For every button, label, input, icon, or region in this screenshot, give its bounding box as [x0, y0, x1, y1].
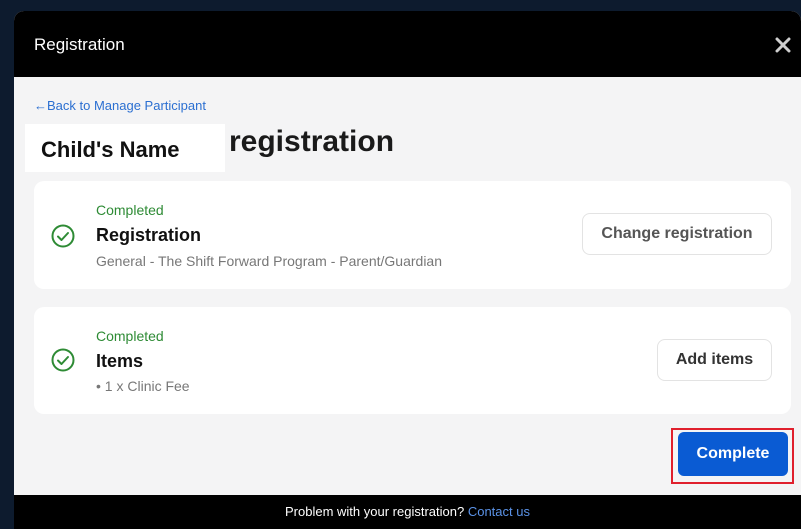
- registration-heading: Registration: [96, 225, 202, 245]
- items-heading: Items: [96, 351, 144, 371]
- check-circle-icon: [51, 224, 75, 248]
- registration-status: Completed: [96, 202, 164, 218]
- back-to-manage-participant-link[interactable]: ←Back to Manage Participant: [34, 98, 206, 113]
- child-name-text: Child's Name: [41, 137, 180, 162]
- contact-us-link[interactable]: Contact us: [468, 504, 530, 519]
- registration-card: Completed Registration General - The Shi…: [34, 181, 791, 289]
- modal-titlebar: Registration: [14, 11, 801, 77]
- items-card: Completed Items • 1 x Clinic Fee Add ite…: [34, 307, 791, 414]
- page-title: registration: [229, 125, 395, 158]
- registration-modal: Registration ←Back to Manage Participant…: [14, 11, 801, 529]
- items-status: Completed: [96, 328, 164, 344]
- close-icon[interactable]: [775, 37, 791, 53]
- complete-button[interactable]: Complete: [678, 432, 788, 476]
- change-registration-button[interactable]: Change registration: [582, 213, 772, 255]
- modal-title: Registration: [34, 35, 125, 54]
- child-name-placeholder: Child's Name: [25, 124, 225, 172]
- check-circle-icon: [51, 348, 75, 372]
- items-detail: • 1 x Clinic Fee: [96, 378, 190, 394]
- add-items-button[interactable]: Add items: [657, 339, 772, 381]
- footer-text: Problem with your registration?: [285, 504, 465, 519]
- modal-footer: Problem with your registration? Contact …: [14, 495, 801, 529]
- registration-detail: General - The Shift Forward Program - Pa…: [96, 253, 443, 269]
